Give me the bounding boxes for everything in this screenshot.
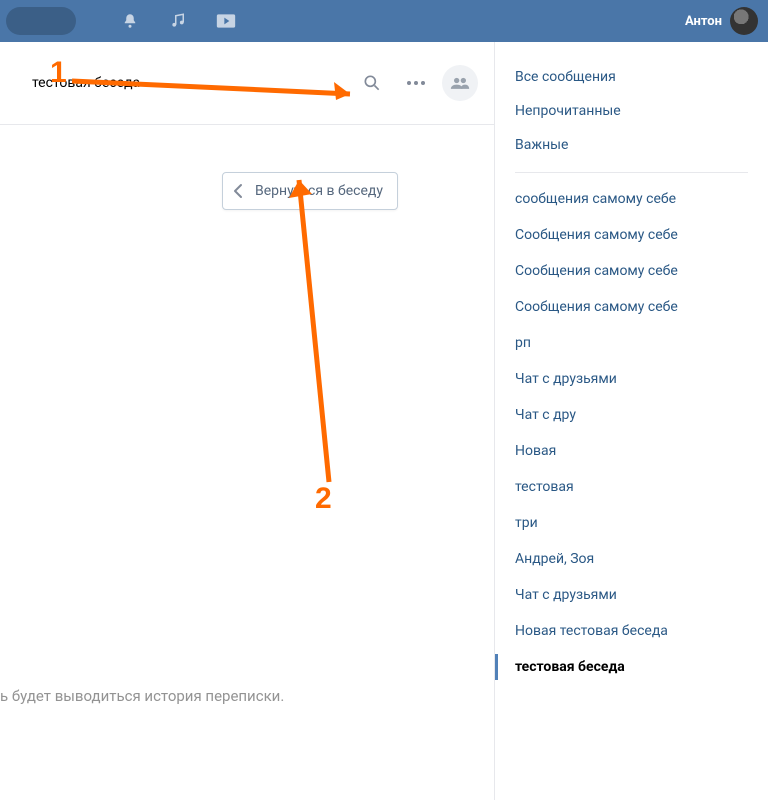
- chat-list-item[interactable]: Андрей, Зоя: [495, 541, 768, 577]
- back-button-label: Вернуться в беседу: [255, 183, 383, 199]
- top-bar: Антон: [0, 0, 768, 42]
- video-icon[interactable]: [216, 11, 236, 31]
- chat-header: тестовая беседа: [0, 42, 494, 125]
- chat-list-item[interactable]: Новая тестовая беседа: [495, 613, 768, 649]
- chat-list-item[interactable]: Сообщения самому себе: [495, 289, 768, 325]
- members-icon[interactable]: [442, 65, 478, 101]
- chat-list-item[interactable]: сообщения самому себе: [495, 181, 768, 217]
- history-placeholder: ь будет выводиться история переписки.: [0, 687, 284, 705]
- sidebar-divider: [515, 172, 748, 173]
- chat-list-item[interactable]: Чат с дру: [495, 397, 768, 433]
- chat-panel: тестовая беседа Вернуться в беседу ь буд…: [0, 42, 495, 800]
- chat-list-item[interactable]: три: [495, 505, 768, 541]
- avatar[interactable]: [730, 7, 758, 35]
- chevron-left-icon: [233, 183, 243, 199]
- filter-important[interactable]: Важные: [495, 128, 768, 162]
- chat-list-item[interactable]: тестовая беседа: [495, 649, 768, 685]
- chat-list-item[interactable]: Чат с друзьями: [495, 577, 768, 613]
- chat-list-item[interactable]: Чат с друзьями: [495, 361, 768, 397]
- music-icon[interactable]: [168, 11, 188, 31]
- bell-icon[interactable]: [120, 11, 140, 31]
- main-area: тестовая беседа Вернуться в беседу ь буд…: [0, 42, 768, 800]
- search-icon[interactable]: [354, 65, 390, 101]
- annotation-arrow-2: [280, 162, 360, 492]
- annotation-number-2: 2: [315, 482, 332, 516]
- more-icon[interactable]: [398, 65, 434, 101]
- sidebar: Все сообщения Непрочитанные Важные сообщ…: [495, 42, 768, 800]
- username-label[interactable]: Антон: [685, 14, 722, 29]
- filter-unread[interactable]: Непрочитанные: [495, 94, 768, 128]
- chat-list-item[interactable]: Новая: [495, 433, 768, 469]
- chat-list-item[interactable]: Сообщения самому себе: [495, 253, 768, 289]
- chat-list-item[interactable]: рп: [495, 325, 768, 361]
- chat-list-item[interactable]: Сообщения самому себе: [495, 217, 768, 253]
- chat-list: сообщения самому себеСообщения самому се…: [495, 181, 768, 685]
- search-pill[interactable]: [6, 7, 76, 35]
- filter-all[interactable]: Все сообщения: [495, 60, 768, 94]
- annotation-number-1: 1: [50, 56, 67, 90]
- back-to-chat-button[interactable]: Вернуться в беседу: [222, 172, 398, 210]
- chat-list-item[interactable]: тестовая: [495, 469, 768, 505]
